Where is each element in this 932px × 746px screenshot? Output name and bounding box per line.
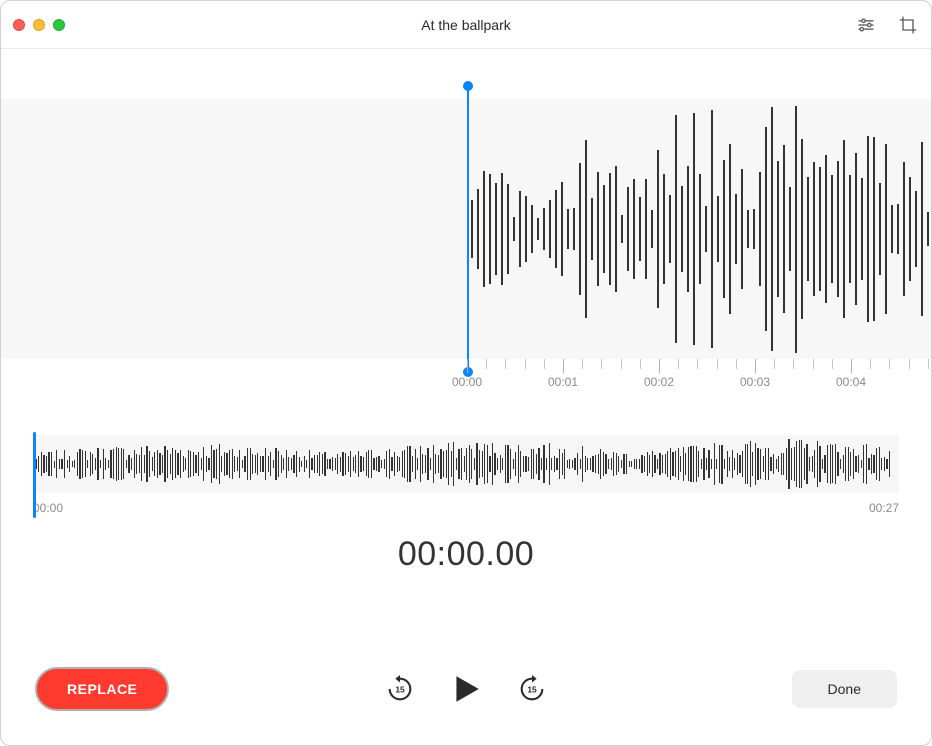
time-ruler: 00:00 00:01 00:02 00:03 00:04 — [1, 359, 931, 399]
overview-playhead[interactable] — [33, 432, 36, 518]
close-window-button[interactable] — [13, 19, 25, 31]
ruler-tick-label: 00:00 — [452, 375, 482, 389]
overview-time-labels: 00:00 00:27 — [33, 501, 899, 515]
replace-button[interactable]: REPLACE — [35, 667, 169, 711]
playhead[interactable] — [467, 87, 469, 371]
recording-title: At the ballpark — [1, 17, 931, 33]
skip-back-15-button[interactable]: 15 — [385, 674, 415, 704]
ruler-tick-label: 00:03 — [740, 375, 770, 389]
overview-waveform-area[interactable]: 00:00 00:27 — [33, 435, 899, 515]
play-button[interactable] — [449, 672, 483, 706]
titlebar: At the ballpark — [1, 1, 931, 49]
playback-controls: 15 15 — [385, 672, 547, 706]
voice-memo-editor-window: At the ballpark — [0, 0, 932, 746]
detail-waveform-area[interactable]: 00:00 00:01 00:02 00:03 00:04 — [1, 69, 931, 399]
svg-text:15: 15 — [527, 684, 537, 694]
ruler-tick-label: 00:04 — [836, 375, 866, 389]
overview-start-time: 00:00 — [33, 501, 63, 515]
trim-crop-icon[interactable] — [897, 14, 919, 36]
minimize-window-button[interactable] — [33, 19, 45, 31]
ruler-tick-label: 00:01 — [548, 375, 578, 389]
window-controls — [13, 19, 65, 31]
detail-waveform — [471, 99, 931, 359]
transport-controls: REPLACE 15 15 Done — [1, 659, 931, 719]
settings-sliders-icon[interactable] — [855, 14, 877, 36]
overview-waveform — [33, 435, 899, 493]
current-time-display: 00:00.00 — [1, 535, 931, 574]
zoom-window-button[interactable] — [53, 19, 65, 31]
overview-end-time: 00:27 — [869, 501, 899, 515]
skip-forward-15-button[interactable]: 15 — [517, 674, 547, 704]
ruler-tick-label: 00:02 — [644, 375, 674, 389]
svg-text:15: 15 — [395, 684, 405, 694]
done-button[interactable]: Done — [792, 670, 897, 708]
